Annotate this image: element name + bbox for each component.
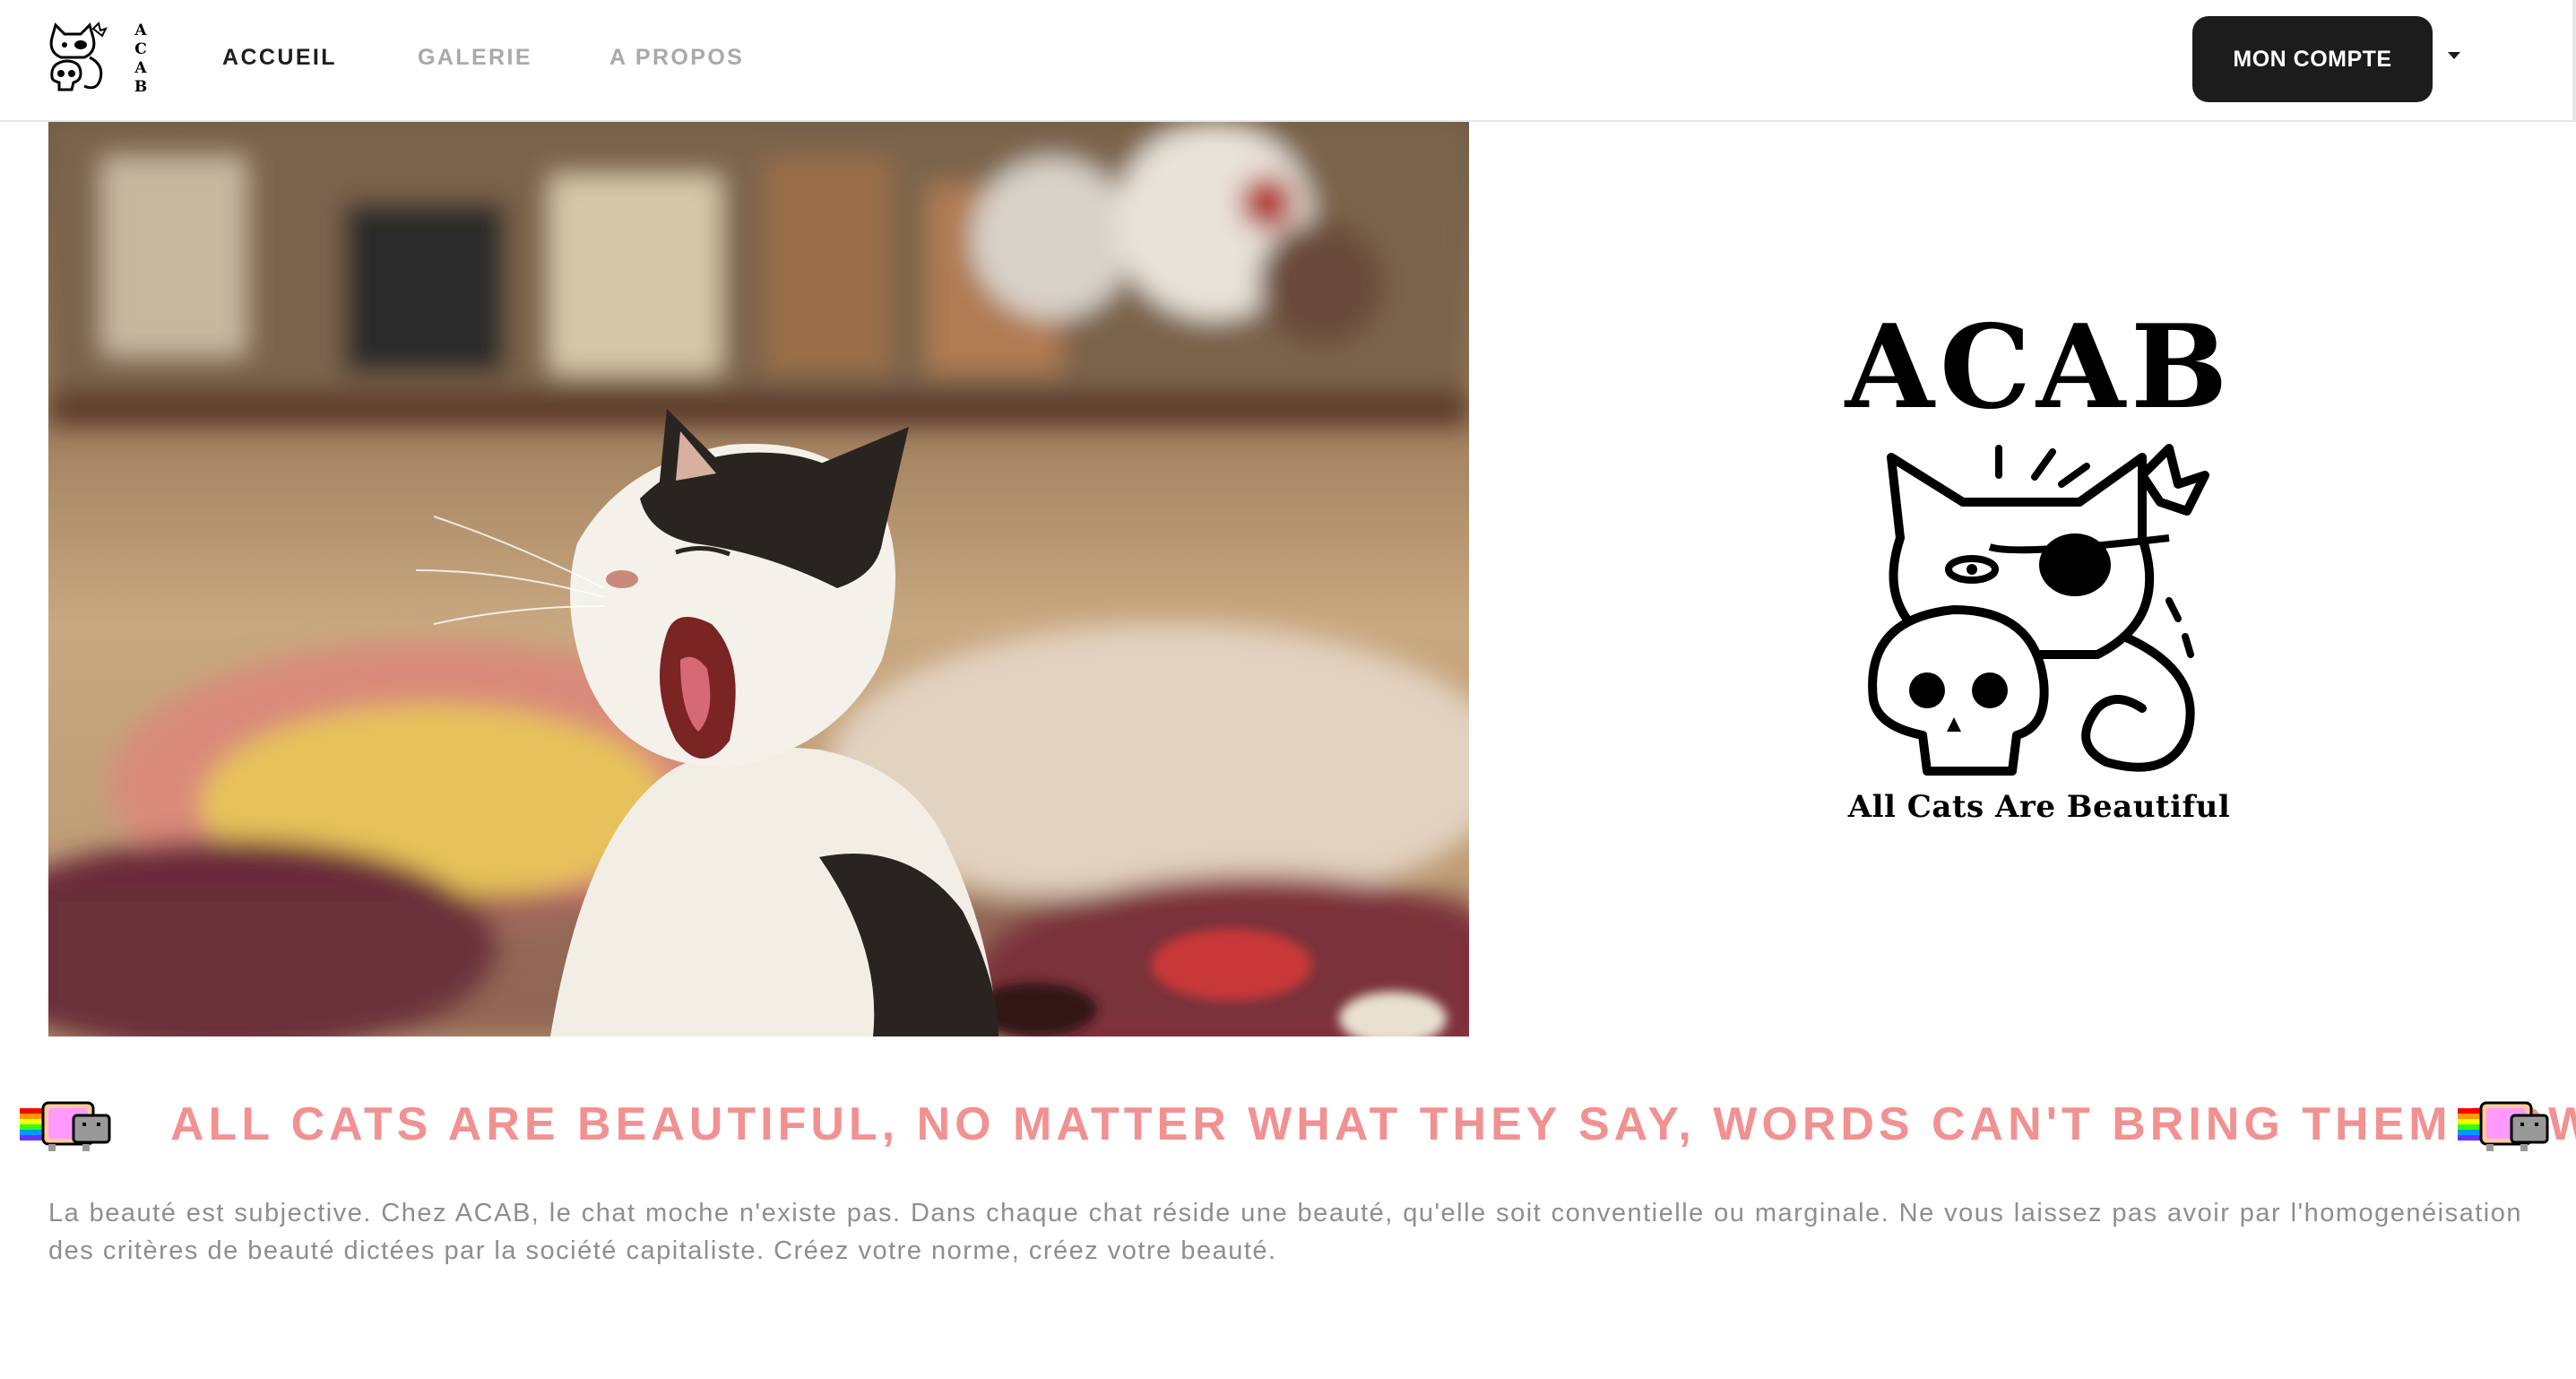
logo-title: ACAB [1845,300,2234,435]
hero-cat-photo [48,122,1469,1036]
top-navbar: A C A B ACCUEIL GALERIE A PROPOS MON COM… [0,0,2576,122]
logo-letter: B [134,78,148,96]
slogan-heading: ALL CATS ARE BEAUTIFUL, NO MATTER WHAT T… [170,1098,2576,1150]
account-button[interactable]: MON COMPTE [2192,16,2433,102]
description-paragraph: La beauté est subjective. Chez ACAB, le … [48,1199,2522,1265]
nyan-cat-icon [2458,1101,2549,1151]
caret-down-icon[interactable] [2448,52,2460,59]
logo-letter: A [134,22,147,39]
cat-skull-icon [1868,444,2209,776]
nav-link-galerie[interactable]: GALERIE [418,45,532,71]
acab-logo-icon[interactable]: A C A B [45,22,149,97]
nav-link-accueil[interactable]: ACCUEIL [222,45,337,71]
acab-logo-artwork: ACAB All Cats Are Beautiful [1828,305,2250,843]
logo-subtitle: All Cats Are Beautiful [1847,789,2231,825]
nav-link-a-propos[interactable]: A PROPOS [609,45,744,71]
nyan-cat-icon [20,1101,111,1151]
logo-letter: A [134,59,147,77]
logo-letter: C [134,40,147,58]
